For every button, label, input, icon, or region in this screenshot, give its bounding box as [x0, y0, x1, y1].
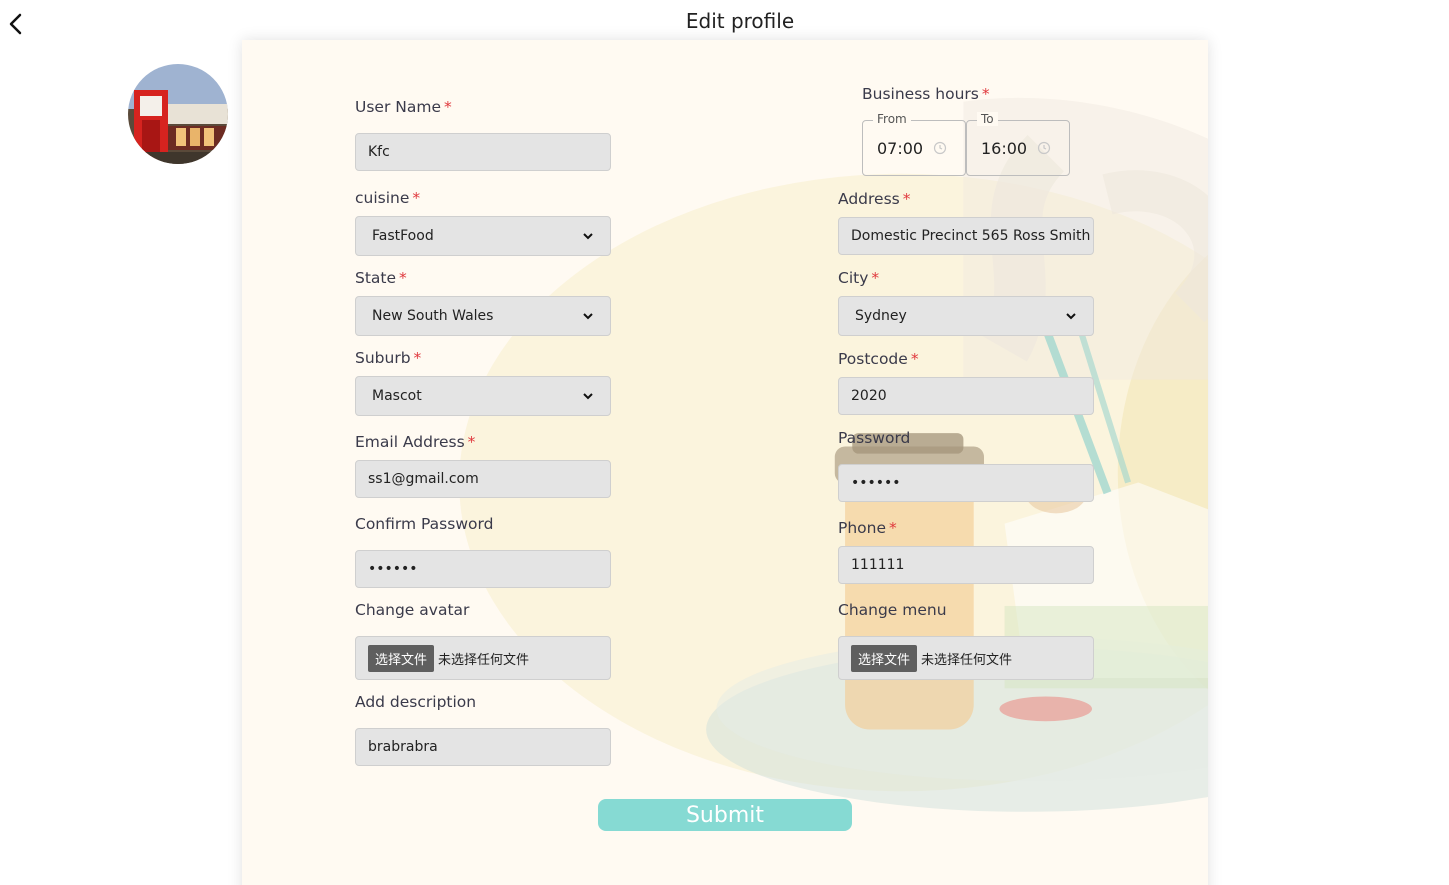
suburb-label: Suburb *	[355, 349, 422, 367]
password-input[interactable]: ••••••	[838, 464, 1094, 502]
cuisine-selected-value: FastFood	[372, 228, 434, 244]
description-label: Add description	[355, 693, 477, 711]
choose-menu-file-button[interactable]: 选择文件	[851, 644, 918, 672]
email-input[interactable]: ss1@gmail.com	[355, 460, 611, 498]
avatar-image	[128, 64, 228, 164]
hours-from-input[interactable]: From 07:00	[862, 112, 966, 176]
avatar-file-input[interactable]: 选择文件 未选择任何文件	[355, 636, 611, 680]
clock-icon[interactable]	[1037, 141, 1051, 155]
description-input[interactable]: brabrabra	[355, 728, 611, 766]
hours-to-input[interactable]: To 16:00	[966, 112, 1070, 176]
submit-button[interactable]: Submit	[598, 799, 852, 831]
page-title: Edit profile	[685, 9, 795, 33]
suburb-selected-value: Mascot	[372, 388, 422, 404]
cuisine-label: cuisine *	[355, 189, 421, 207]
phone-label: Phone *	[838, 519, 897, 537]
confirm-password-input[interactable]: ••••••	[355, 550, 611, 588]
address-input[interactable]: Domestic Precinct 565 Ross Smith	[838, 217, 1094, 255]
clock-icon[interactable]	[933, 141, 947, 155]
phone-input[interactable]: 111111	[838, 546, 1094, 584]
change-avatar-label: Change avatar	[355, 601, 470, 619]
chevron-down-icon	[583, 313, 593, 320]
postcode-label: Postcode *	[838, 350, 919, 368]
password-label: Password	[838, 429, 911, 447]
city-select[interactable]: Sydney	[838, 296, 1094, 336]
city-selected-value: Sydney	[855, 308, 907, 324]
state-select[interactable]: New South Wales	[355, 296, 611, 336]
change-menu-label: Change menu	[838, 601, 947, 619]
state-label: State *	[355, 269, 407, 287]
city-label: City *	[838, 269, 880, 287]
business-hours-label: Business hours *	[862, 85, 990, 103]
cuisine-select[interactable]: FastFood	[355, 216, 611, 256]
hours-from-value: 07:00	[877, 138, 924, 158]
hours-to-legend: To	[977, 112, 998, 126]
email-label: Email Address *	[355, 433, 476, 451]
postcode-input[interactable]: 2020	[838, 377, 1094, 415]
address-label: Address *	[838, 190, 911, 208]
confirm-password-label: Confirm Password	[355, 515, 494, 533]
avatar[interactable]	[128, 64, 228, 164]
menu-file-input[interactable]: 选择文件 未选择任何文件	[838, 636, 1094, 680]
chevron-down-icon	[1066, 313, 1076, 320]
suburb-select[interactable]: Mascot	[355, 376, 611, 416]
chevron-down-icon	[583, 393, 593, 400]
state-selected-value: New South Wales	[372, 308, 494, 324]
hours-to-value: 16:00	[981, 138, 1028, 158]
user-name-label: User Name *	[355, 98, 452, 116]
avatar-file-status: 未选择任何文件	[438, 652, 530, 668]
menu-file-status: 未选择任何文件	[921, 652, 1013, 668]
chevron-down-icon	[583, 233, 593, 240]
choose-avatar-file-button[interactable]: 选择文件	[368, 644, 435, 672]
hours-from-legend: From	[873, 112, 911, 126]
user-name-input[interactable]: Kfc	[355, 133, 611, 171]
